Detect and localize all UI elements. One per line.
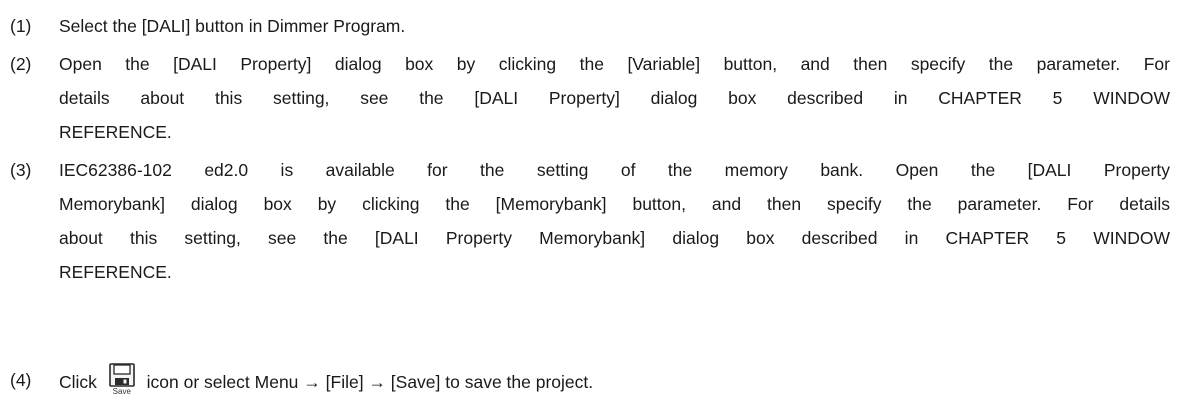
step-1: (1) Select the [DALI] button in Dimmer P… [10,9,1170,43]
step-text-line: Memorybank] dialog box by clicking the [… [59,194,1170,214]
step-text-line: REFERENCE. [59,262,172,282]
step-text-line: Select the [DALI] button in Dimmer Progr… [59,16,406,36]
step-number: (2) [10,54,32,74]
step-text-after-icon: icon or select Menu → [File] → [Save] to… [146,372,594,392]
step-3: (3) IEC62386-102 ed2.0 is available for … [10,153,1170,289]
step-text-line: Click Save icon or select Menu → [File] … [10,363,1170,399]
step-text-line: REFERENCE. [59,122,172,142]
step-number: (3) [10,160,32,180]
floppy-disk-icon [108,363,135,387]
step-text-line: Open the [DALI Property] dialog box by c… [59,54,1170,74]
save-icon-caption: Save [112,387,131,396]
step-text-line: about this setting, see the [DALI Proper… [59,228,1170,248]
step-4: (4) Click Save icon or select Menu → [Fi… [10,363,1170,399]
step-text-line: details about this setting, see the [DAL… [59,88,1170,108]
instruction-page: (1) Select the [DALI] button in Dimmer P… [0,0,1181,403]
step-number: (1) [10,16,32,36]
save-icon: Save [105,363,139,397]
step-text-line: IEC62386-102 ed2.0 is available for the … [59,160,1170,180]
step-text-before-icon: Click [59,372,97,392]
step-number: (4) [10,370,32,390]
step-2: (2) Open the [DALI Property] dialog box … [10,47,1170,149]
